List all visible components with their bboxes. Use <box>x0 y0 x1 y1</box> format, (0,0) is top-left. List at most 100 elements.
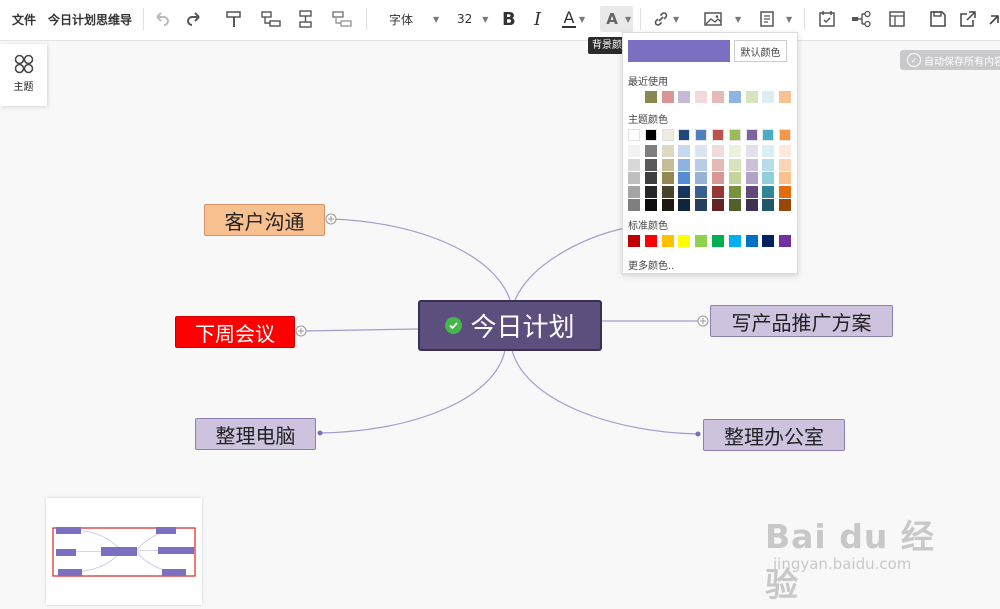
theme-shade-swatch[interactable] <box>728 145 741 157</box>
recent-color-swatch[interactable] <box>762 91 775 103</box>
theme-shade-swatch[interactable] <box>745 145 758 157</box>
theme-shade-swatch[interactable] <box>628 199 640 211</box>
theme-shade-swatch[interactable] <box>745 199 758 211</box>
theme-shade-swatch[interactable] <box>728 199 741 211</box>
theme-shade-swatch[interactable] <box>695 185 708 198</box>
theme-shade-swatch[interactable] <box>678 185 691 198</box>
current-color-preview[interactable] <box>628 40 730 62</box>
theme-shade-swatch[interactable] <box>628 158 640 171</box>
theme-shade-swatch[interactable] <box>695 172 708 184</box>
standard-color-swatch[interactable] <box>745 235 758 247</box>
theme-shade-swatch[interactable] <box>712 158 724 171</box>
standard-color-swatch[interactable] <box>779 235 792 247</box>
expand-toggle-meeting[interactable] <box>295 325 307 337</box>
theme-shade-swatch[interactable] <box>712 172 724 184</box>
theme-shade-swatch[interactable] <box>644 172 657 184</box>
standard-color-swatch[interactable] <box>728 235 741 247</box>
standard-color-swatch[interactable] <box>644 235 657 247</box>
theme-shade-swatch[interactable] <box>762 158 775 171</box>
topic-label: 写产品推广方案 <box>731 310 872 335</box>
topic-label: 下周会议 <box>195 321 275 346</box>
theme-shade-swatch[interactable] <box>779 185 792 198</box>
theme-shade-swatch[interactable] <box>644 158 657 171</box>
theme-shade-swatch[interactable] <box>628 185 640 198</box>
recent-color-swatch[interactable] <box>779 91 792 103</box>
standard-color-swatch[interactable] <box>628 235 640 247</box>
connector-computer <box>319 349 506 434</box>
recent-color-swatch[interactable] <box>644 91 657 103</box>
theme-shade-swatch[interactable] <box>779 145 792 157</box>
theme-color-swatch[interactable] <box>644 129 657 141</box>
theme-color-swatch[interactable] <box>762 129 775 141</box>
theme-shade-swatch[interactable] <box>695 158 708 171</box>
theme-shade-swatch[interactable] <box>678 199 691 211</box>
connector-meeting <box>300 328 419 332</box>
default-color-button[interactable]: 默认颜色 <box>734 40 787 62</box>
theme-color-swatch[interactable] <box>779 129 792 141</box>
theme-shade-swatch[interactable] <box>695 199 708 211</box>
theme-shade-swatch[interactable] <box>712 145 724 157</box>
theme-shade-swatch[interactable] <box>762 199 775 211</box>
theme-shade-swatch[interactable] <box>745 158 758 171</box>
theme-shade-swatch[interactable] <box>661 185 674 198</box>
minimap[interactable] <box>46 498 202 605</box>
theme-shade-swatch[interactable] <box>779 158 792 171</box>
expand-toggle-customer[interactable] <box>325 213 337 225</box>
theme-shade-swatch[interactable] <box>728 172 741 184</box>
theme-shade-swatch[interactable] <box>678 145 691 157</box>
theme-shade-swatch[interactable] <box>762 145 775 157</box>
theme-shade-swatch[interactable] <box>745 172 758 184</box>
theme-shade-swatch[interactable] <box>628 172 640 184</box>
theme-shade-swatch[interactable] <box>712 185 724 198</box>
theme-shade-swatch[interactable] <box>661 172 674 184</box>
theme-color-swatch[interactable] <box>745 129 758 141</box>
theme-color-swatch[interactable] <box>661 129 674 141</box>
recent-color-swatch[interactable] <box>728 91 741 103</box>
recent-color-swatch[interactable] <box>678 91 691 103</box>
theme-shade-swatch[interactable] <box>728 158 741 171</box>
connector-office <box>511 349 699 435</box>
theme-shade-swatch[interactable] <box>661 145 674 157</box>
theme-color-swatch[interactable] <box>712 129 724 141</box>
topic-promo[interactable]: 写产品推广方案 <box>710 305 893 337</box>
theme-shade-swatch[interactable] <box>695 145 708 157</box>
topic-office[interactable]: 整理办公室 <box>703 419 845 451</box>
standard-color-swatch[interactable] <box>695 235 708 247</box>
theme-colors-label: 主题颜色 <box>628 115 668 126</box>
theme-shade-swatch[interactable] <box>644 199 657 211</box>
topic-meeting[interactable]: 下周会议 <box>175 316 295 348</box>
theme-shade-swatch[interactable] <box>728 185 741 198</box>
theme-color-swatch[interactable] <box>695 129 708 141</box>
theme-shade-swatch[interactable] <box>644 145 657 157</box>
theme-shade-swatch[interactable] <box>628 145 640 157</box>
theme-color-swatch[interactable] <box>628 129 640 141</box>
theme-shade-swatch[interactable] <box>745 185 758 198</box>
recent-color-swatch[interactable] <box>745 91 758 103</box>
theme-shade-swatch[interactable] <box>712 199 724 211</box>
expand-toggle-promo[interactable] <box>697 315 709 327</box>
theme-shade-swatch[interactable] <box>678 172 691 184</box>
standard-color-swatch[interactable] <box>661 235 674 247</box>
theme-shade-swatch[interactable] <box>678 158 691 171</box>
topic-customer[interactable]: 客户沟通 <box>204 204 325 236</box>
theme-shade-swatch[interactable] <box>762 185 775 198</box>
standard-color-swatch[interactable] <box>712 235 724 247</box>
recent-color-swatch[interactable] <box>661 91 674 103</box>
recent-color-swatch[interactable] <box>695 91 708 103</box>
topic-label: 整理电脑 <box>215 423 296 448</box>
theme-color-swatch[interactable] <box>678 129 691 141</box>
standard-color-swatch[interactable] <box>762 235 775 247</box>
more-colors-link[interactable]: 更多颜色.. <box>628 257 674 272</box>
recent-color-swatch[interactable] <box>712 91 724 103</box>
topic-computer[interactable]: 整理电脑 <box>195 418 316 450</box>
theme-shade-swatch[interactable] <box>661 199 674 211</box>
theme-shade-swatch[interactable] <box>762 172 775 184</box>
theme-shade-swatch[interactable] <box>779 172 792 184</box>
theme-shade-swatch[interactable] <box>661 158 674 171</box>
theme-shade-swatch[interactable] <box>779 199 792 211</box>
standard-color-swatch[interactable] <box>678 235 691 247</box>
root-topic[interactable]: 今日计划 <box>418 300 602 351</box>
theme-color-swatch[interactable] <box>728 129 741 141</box>
theme-shade-swatch[interactable] <box>644 185 657 198</box>
topic-label: 整理办公室 <box>724 424 824 449</box>
